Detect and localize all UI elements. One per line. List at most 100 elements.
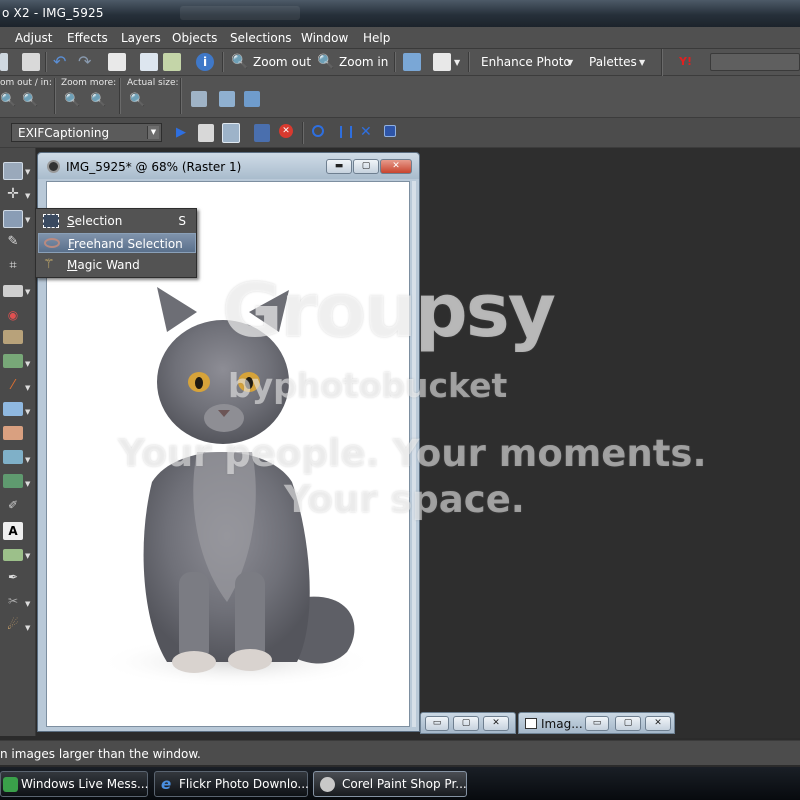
picture-tube-tool-icon[interactable]: ✐ [3,498,23,516]
menu-objects[interactable]: Objects [172,31,217,45]
eraser-tool-icon[interactable] [3,426,23,440]
toolbar-separator [45,52,46,72]
mesh-warp-tool-icon[interactable]: ☄ [3,618,23,636]
chevron-down-icon[interactable]: ▼ [25,624,30,632]
chevron-down-icon[interactable]: ▼ [25,384,30,392]
undo-icon[interactable]: ↶ [53,53,69,71]
shape-tool-icon[interactable] [3,549,23,561]
chevron-down-icon[interactable]: ▼ [25,168,30,176]
edit-script-icon[interactable] [198,124,214,142]
taskbar-item-live-messenger[interactable]: Windows Live Mess... [0,771,148,797]
paste-dropdown-icon[interactable]: ▼ [454,58,460,67]
load-script-icon[interactable] [254,124,270,142]
record-icon[interactable] [312,125,324,137]
selection-tool-icon[interactable] [3,210,23,228]
flyout-item-freehand-selection[interactable]: Freehand Selection [38,233,196,253]
chevron-down-icon[interactable]: ▼ [25,216,30,224]
maximize-button[interactable]: ▢ [453,716,479,731]
clone-tool-icon[interactable] [3,354,23,368]
text-tool-icon[interactable]: A [3,522,23,540]
redo-icon[interactable]: ↷ [78,53,94,71]
chevron-down-icon[interactable]: ▼ [25,408,30,416]
menu-adjust[interactable]: Adjust [15,31,53,45]
minimized-window-2[interactable]: Imag... ▭ ▢ ✕ [518,712,675,734]
zoom-in-small-icon[interactable]: 🔍 [22,93,38,111]
chevron-down-icon[interactable]: ▼ [25,288,30,296]
zoom-more-out-icon[interactable]: 🔍 [64,93,80,111]
info-icon[interactable]: i [196,53,214,71]
menu-effects[interactable]: Effects [67,31,108,45]
cancel-record-icon[interactable]: ✕ [360,124,372,142]
zoom-in-icon[interactable]: 🔍 [317,53,334,71]
fit-image-icon[interactable] [244,91,260,107]
zoom-more-in-icon[interactable]: 🔍 [90,93,106,111]
pen-tool-icon[interactable]: ✒ [3,570,23,588]
chevron-down-icon[interactable]: ▼ [25,192,30,200]
red-eye-tool-icon[interactable]: ◉ [3,308,23,326]
run-script-icon[interactable]: ▶ [176,124,188,142]
interactive-mode-icon[interactable] [222,123,240,143]
pan-icon[interactable] [191,91,207,107]
fit-window-icon[interactable] [219,91,235,107]
warp-brush-tool-icon[interactable]: ✂ [3,594,23,612]
minimize-button[interactable]: ▬ [326,159,352,174]
app-title-bar[interactable]: o X2 - IMG_5925 [0,0,800,27]
close-button[interactable]: ✕ [380,159,412,174]
makeover-tool-icon[interactable] [3,330,23,344]
browse-icon[interactable] [140,53,158,71]
straighten-tool-icon[interactable] [3,285,23,297]
save-script-icon[interactable] [384,125,396,137]
restore-button[interactable]: ▭ [425,716,449,731]
zoom-out-small-icon[interactable]: 🔍 [0,93,16,111]
paste-icon[interactable] [433,53,451,71]
actual-size-icon[interactable]: 🔍 [129,93,145,111]
chevron-down-icon[interactable]: ▼ [25,480,30,488]
menu-help[interactable]: Help [363,31,390,45]
crop-tool-icon[interactable]: ⌗ [3,258,23,276]
enhance-photo-dropdown-icon[interactable]: ▼ [567,58,573,67]
document-title-bar[interactable]: IMG_5925* @ 68% (Raster 1) ▬ ▢ ✕ [38,153,419,179]
organizer-icon[interactable] [163,53,181,71]
script-select[interactable]: EXIFCaptioning ▼ [11,123,162,142]
dodge-tool-icon[interactable] [3,402,23,416]
stop-script-icon[interactable]: ✕ [279,124,293,138]
zoom-in-button[interactable]: Zoom in [339,55,388,69]
flyout-item-selection[interactable]: Selection S [38,211,196,231]
taskbar-item-paint-shop[interactable]: Corel Paint Shop Pr... [313,771,467,797]
new-file-icon[interactable] [0,53,8,71]
maximize-button[interactable]: ▢ [615,716,641,731]
close-button[interactable]: ✕ [645,716,671,731]
menu-window[interactable]: Window [301,31,348,45]
color-replacer-tool-icon[interactable] [3,450,23,464]
menu-selections[interactable]: Selections [230,31,292,45]
toolbar-search-box[interactable] [710,53,800,71]
restore-button[interactable]: ▭ [585,716,609,731]
open-icon[interactable] [22,53,40,71]
chevron-down-icon[interactable]: ▼ [147,126,159,139]
enhance-photo-menu[interactable]: Enhance Photo [481,55,571,69]
minimized-window-1[interactable]: ▭ ▢ ✕ [420,712,516,734]
move-tool-icon[interactable]: ✛ [3,186,23,204]
palettes-menu[interactable]: Palettes [589,55,637,69]
menu-layers[interactable]: Layers [121,31,161,45]
image-info-icon[interactable] [403,53,421,71]
palettes-dropdown-icon[interactable]: ▼ [639,58,645,67]
yahoo-toolbar-icon[interactable]: Y! [679,53,697,71]
chevron-down-icon[interactable]: ▼ [25,600,30,608]
chevron-down-icon[interactable]: ▼ [25,360,30,368]
chevron-down-icon[interactable]: ▼ [25,552,30,560]
dropper-tool-icon[interactable]: ✎ [3,234,23,252]
paint-brush-tool-icon[interactable]: ⁄ [3,378,23,396]
toolbar-separator [119,78,120,114]
snapshot-icon[interactable] [108,53,126,71]
taskbar-item-flickr[interactable]: e Flickr Photo Downlo... [154,771,309,797]
chevron-down-icon[interactable]: ▼ [25,456,30,464]
flood-fill-tool-icon[interactable] [3,474,23,488]
pan-tool-icon[interactable] [3,162,23,180]
zoom-out-button[interactable]: Zoom out [253,55,311,69]
flyout-item-magic-wand[interactable]: ⚚ Magic Wand [38,255,196,275]
maximize-button[interactable]: ▢ [353,159,379,174]
close-button[interactable]: ✕ [483,716,509,731]
zoom-out-icon[interactable]: 🔍 [231,53,248,71]
pause-icon[interactable]: ❙❙ [336,125,356,137]
